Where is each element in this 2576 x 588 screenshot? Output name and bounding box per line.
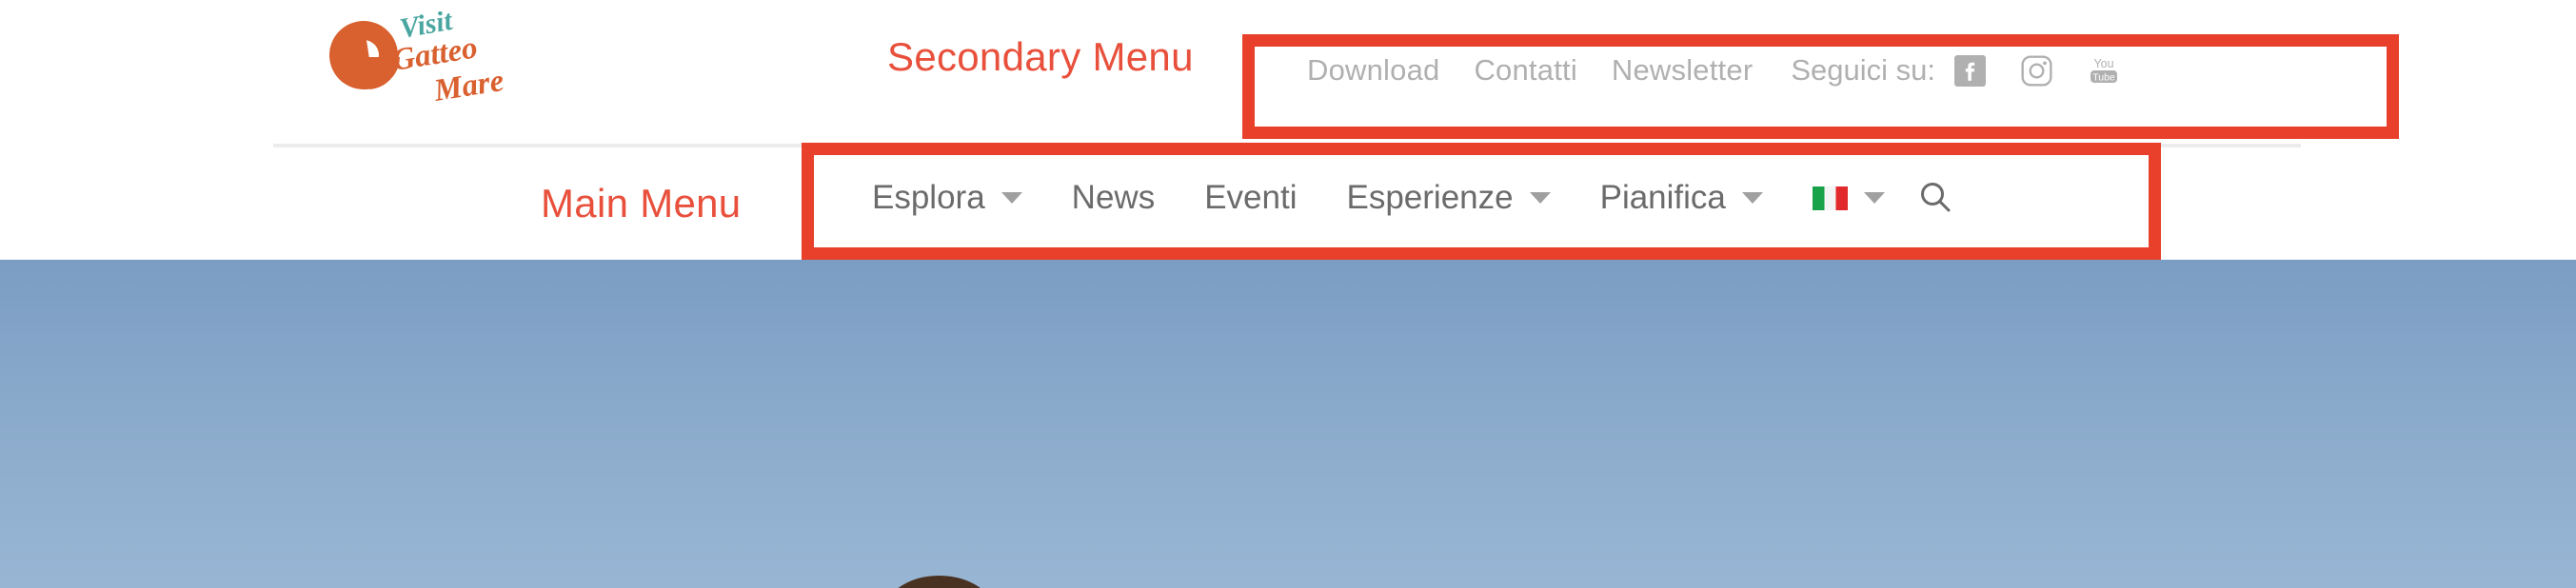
main-menu-item-news[interactable]: News bbox=[1047, 179, 1180, 217]
chevron-down-icon bbox=[1529, 192, 1551, 204]
youtube-icon[interactable]: You Tube bbox=[2082, 49, 2126, 91]
main-menu-item-esplora[interactable]: Esplora bbox=[847, 179, 1047, 217]
main-menu-item-esperienze[interactable]: Esperienze bbox=[1321, 179, 1575, 217]
secondary-link-contatti[interactable]: Contatti bbox=[1456, 53, 1594, 88]
main-menu-label: Esplora bbox=[872, 179, 985, 216]
search-icon[interactable] bbox=[1885, 180, 1963, 216]
main-menu-item-eventi[interactable]: Eventi bbox=[1179, 179, 1321, 217]
svg-text:You: You bbox=[2093, 57, 2113, 70]
secondary-link-newsletter[interactable]: Newsletter bbox=[1595, 53, 1770, 88]
annotation-label-main-menu: Main Menu bbox=[541, 181, 742, 225]
logo-g-mark bbox=[329, 21, 400, 90]
main-menu: Esplora News Eventi Esperienze Pianifica bbox=[847, 169, 1963, 226]
secondary-link-download[interactable]: Download bbox=[1290, 53, 1456, 88]
chevron-down-icon bbox=[1001, 192, 1022, 204]
main-menu-label: Esperienze bbox=[1346, 179, 1514, 216]
italy-flag-icon bbox=[1812, 186, 1848, 210]
hero-image bbox=[0, 260, 2576, 588]
website-page: Visit Gatteo Mare Download Contatti News… bbox=[0, 0, 2576, 588]
logo-script-gatteo-mare: Gatteo Mare bbox=[390, 30, 506, 108]
main-menu-item-pianifica[interactable]: Pianifica bbox=[1575, 179, 1788, 217]
main-menu-label: Pianifica bbox=[1599, 179, 1726, 216]
follow-us-label: Seguici su: bbox=[1791, 53, 1935, 87]
hero-person-figure bbox=[898, 576, 981, 588]
annotation-label-secondary-menu: Secondary Menu bbox=[887, 34, 1194, 79]
site-logo[interactable]: Visit Gatteo Mare bbox=[320, 11, 558, 111]
language-switcher[interactable] bbox=[1788, 186, 1885, 210]
secondary-menu: Download Contatti Newsletter Seguici su:… bbox=[1290, 49, 2149, 91]
header-divider bbox=[273, 144, 2301, 147]
chevron-down-icon bbox=[1863, 192, 1885, 204]
main-menu-label: Eventi bbox=[1204, 179, 1298, 216]
main-menu-label: News bbox=[1071, 179, 1156, 216]
chevron-down-icon bbox=[1741, 192, 1763, 204]
instagram-icon[interactable] bbox=[2015, 49, 2059, 91]
facebook-icon[interactable] bbox=[1949, 49, 1992, 91]
svg-text:Tube: Tube bbox=[2092, 72, 2115, 84]
